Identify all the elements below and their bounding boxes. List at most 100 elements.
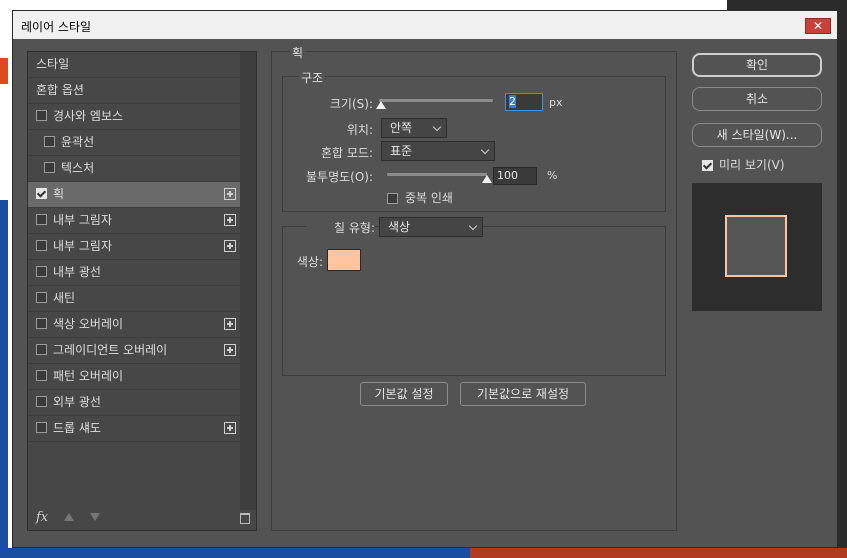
fill-type-select[interactable]: 색상 xyxy=(379,217,483,237)
desktop-background xyxy=(0,548,470,558)
preview-checkbox[interactable] xyxy=(702,160,713,171)
new-style-button[interactable]: 새 스타일(W)... xyxy=(692,123,822,147)
preview-thumbnail xyxy=(725,215,787,277)
opacity-slider[interactable] xyxy=(387,173,487,176)
plus-icon[interactable] xyxy=(224,344,236,356)
style-list-scrollbar[interactable] xyxy=(240,52,256,510)
style-checkbox[interactable] xyxy=(36,214,47,225)
move-up-icon[interactable] xyxy=(64,513,74,521)
fill-type-label: 칠 유형: xyxy=(307,219,375,236)
style-list-items: 스타일 혼합 옵션 경사와 엠보스 윤곽선 텍스처 획 내부 그림자 내부 그림자 내부 광선 새… xyxy=(28,52,240,442)
style-checkbox[interactable] xyxy=(36,240,47,251)
style-list-item[interactable]: 색상 오버레이 xyxy=(28,312,240,338)
close-button[interactable]: ✕ xyxy=(805,18,831,34)
close-icon: ✕ xyxy=(812,19,824,33)
desktop-background xyxy=(0,200,8,558)
opacity-label: 불투명도(O): xyxy=(305,170,373,184)
plus-icon[interactable] xyxy=(224,214,236,226)
opacity-input[interactable]: 100 xyxy=(493,167,537,185)
trash-icon[interactable] xyxy=(240,513,250,524)
title-bar[interactable]: 레이어 스타일 ✕ xyxy=(13,11,837,39)
style-list-item-label: 획 xyxy=(53,187,65,201)
style-preview xyxy=(692,183,822,311)
style-list-item[interactable]: 드롭 섀도 xyxy=(28,416,240,442)
style-list-item-label: 윤곽선 xyxy=(61,135,95,149)
make-default-button[interactable]: 기본값 설정 xyxy=(360,382,448,406)
style-list-item[interactable]: 패턴 오버레이 xyxy=(28,364,240,390)
chevron-down-icon xyxy=(480,145,490,155)
style-list-item-label: 그레이디언트 오버레이 xyxy=(53,343,168,357)
desktop-background xyxy=(470,548,847,558)
blend-mode-label: 혼합 모드: xyxy=(320,146,373,160)
style-list-item[interactable]: 윤곽선 xyxy=(28,130,240,156)
preview-label: 미리 보기(V) xyxy=(719,158,785,172)
plus-icon[interactable] xyxy=(224,422,236,434)
size-slider[interactable] xyxy=(379,99,493,102)
section-title-stroke: 획 xyxy=(290,44,306,61)
style-list-item-label: 텍스처 xyxy=(61,161,95,175)
plus-icon[interactable] xyxy=(224,318,236,330)
plus-icon[interactable] xyxy=(224,188,236,200)
style-checkbox[interactable] xyxy=(36,292,47,303)
stroke-panel: 획 구조 크기(S): 2 px 위치: 안쪽 혼합 모드: 표준 불투명도(O… xyxy=(271,44,677,531)
plus-icon[interactable] xyxy=(224,240,236,252)
opacity-unit: % xyxy=(547,169,558,182)
chevron-down-icon xyxy=(468,221,478,231)
style-list-item-label: 혼합 옵션 xyxy=(36,83,84,97)
style-list-item-label: 내부 그림자 xyxy=(53,213,113,227)
reset-default-button[interactable]: 기본값으로 재설정 xyxy=(460,382,586,406)
chevron-down-icon xyxy=(432,122,442,132)
desktop-background xyxy=(0,58,8,84)
structure-group: 구조 크기(S): 2 px 위치: 안쪽 혼합 모드: 표준 불투명도(O):… xyxy=(282,69,666,212)
color-label: 색상: xyxy=(296,255,323,269)
style-list-item[interactable]: 스타일 xyxy=(28,52,240,78)
move-down-icon[interactable] xyxy=(90,513,100,521)
style-checkbox[interactable] xyxy=(36,110,47,121)
style-list-item-label: 내부 광선 xyxy=(53,265,101,279)
style-checkbox[interactable] xyxy=(36,344,47,355)
style-checkbox[interactable] xyxy=(36,188,47,199)
style-list-item[interactable]: 외부 광선 xyxy=(28,390,240,416)
size-label: 크기(S): xyxy=(329,97,373,111)
style-list-item-label: 드롭 섀도 xyxy=(53,421,101,435)
style-list-item[interactable]: 내부 그림자 xyxy=(28,234,240,260)
position-label: 위치: xyxy=(346,123,373,137)
style-list-item-label: 패턴 오버레이 xyxy=(53,369,124,383)
style-list-footer: fx xyxy=(28,508,256,530)
overprint-label: 중복 인쇄 xyxy=(405,191,453,205)
ok-button[interactable]: 확인 xyxy=(692,53,822,77)
style-list: 스타일 혼합 옵션 경사와 엠보스 윤곽선 텍스처 획 내부 그림자 내부 그림자 내부 광선 새… xyxy=(27,51,257,531)
size-input[interactable]: 2 xyxy=(505,93,543,111)
style-checkbox[interactable] xyxy=(44,136,55,147)
style-checkbox[interactable] xyxy=(36,370,47,381)
style-list-item[interactable]: 내부 광선 xyxy=(28,260,240,286)
layer-style-dialog: 레이어 스타일 ✕ 스타일 혼합 옵션 경사와 엠보스 윤곽선 텍스처 획 내부 그림자 내부… xyxy=(12,10,838,548)
fx-icon[interactable]: fx xyxy=(36,510,48,525)
overprint-checkbox[interactable] xyxy=(387,193,398,204)
style-checkbox[interactable] xyxy=(36,422,47,433)
blend-mode-select[interactable]: 표준 xyxy=(381,141,495,161)
style-list-item-label: 경사와 엠보스 xyxy=(53,109,124,123)
size-slider-thumb[interactable] xyxy=(376,101,387,109)
style-list-item-label: 새틴 xyxy=(53,291,76,305)
size-unit: px xyxy=(549,96,563,109)
style-checkbox[interactable] xyxy=(36,318,47,329)
position-select[interactable]: 안쪽 xyxy=(381,118,447,138)
style-list-item[interactable]: 혼합 옵션 xyxy=(28,78,240,104)
style-list-item-label: 외부 광선 xyxy=(53,395,101,409)
style-list-item[interactable]: 내부 그림자 xyxy=(28,208,240,234)
style-list-item[interactable]: 새틴 xyxy=(28,286,240,312)
style-checkbox[interactable] xyxy=(44,162,55,173)
style-list-item-label: 색상 오버레이 xyxy=(53,317,124,331)
fill-group: 칠 유형: 색상 색상: xyxy=(282,217,666,376)
opacity-slider-thumb[interactable] xyxy=(482,175,492,183)
style-checkbox[interactable] xyxy=(36,396,47,407)
style-checkbox[interactable] xyxy=(36,266,47,277)
style-list-item[interactable]: 경사와 엠보스 xyxy=(28,104,240,130)
structure-title: 구조 xyxy=(299,69,326,86)
style-list-item[interactable]: 그레이디언트 오버레이 xyxy=(28,338,240,364)
style-list-item[interactable]: 텍스처 xyxy=(28,156,240,182)
style-list-item[interactable]: 획 xyxy=(28,182,240,208)
stroke-color-swatch[interactable] xyxy=(327,249,361,271)
cancel-button[interactable]: 취소 xyxy=(692,87,822,111)
